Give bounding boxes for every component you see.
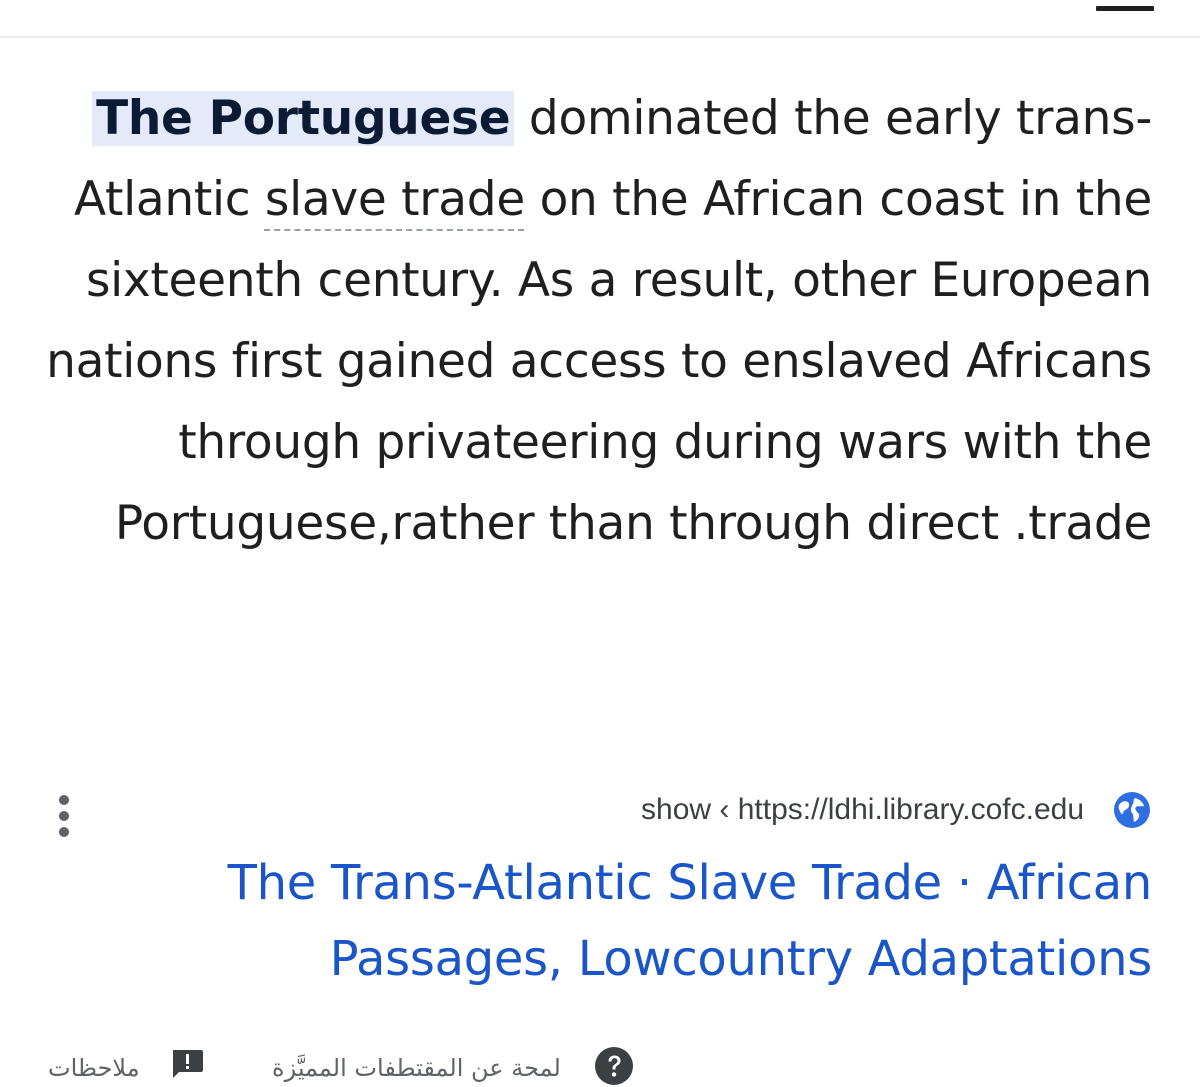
featured-snippet-text: The Portuguese dominated the early trans… bbox=[42, 78, 1152, 564]
feedback-icon[interactable] bbox=[170, 1048, 204, 1080]
help-icon[interactable] bbox=[594, 1046, 634, 1086]
result-title-link[interactable]: The Trans-Atlantic Slave Trade · African… bbox=[42, 845, 1153, 997]
snippet-text-part-2: on the African coast in the sixteenth ce… bbox=[46, 172, 1152, 551]
about-featured-snippets-label[interactable]: لمحة عن المقتطفات المميَّزة bbox=[272, 1054, 561, 1082]
top-bar-handle bbox=[1096, 6, 1154, 11]
top-divider bbox=[0, 36, 1200, 38]
feedback-label[interactable]: ملاحظات bbox=[48, 1054, 140, 1082]
result-title-line-1[interactable]: The Trans-Atlantic Slave Trade · African bbox=[42, 845, 1153, 921]
source-url[interactable]: show ‹ https://ldhi.library.cofc.edu bbox=[641, 793, 1084, 827]
more-vert-icon[interactable] bbox=[52, 795, 76, 839]
slave-trade-term-link[interactable]: slave trade bbox=[265, 172, 525, 227]
source-row: show ‹ https://ldhi.library.cofc.edu bbox=[0, 785, 1200, 837]
snippet-footer: ملاحظات لمحة عن المقتطفات المميَّزة bbox=[0, 1040, 1200, 1087]
globe-icon bbox=[1114, 792, 1150, 828]
result-title-line-2[interactable]: Passages, Lowcountry Adaptations bbox=[42, 921, 1153, 997]
snippet-highlight: The Portuguese bbox=[92, 91, 515, 146]
